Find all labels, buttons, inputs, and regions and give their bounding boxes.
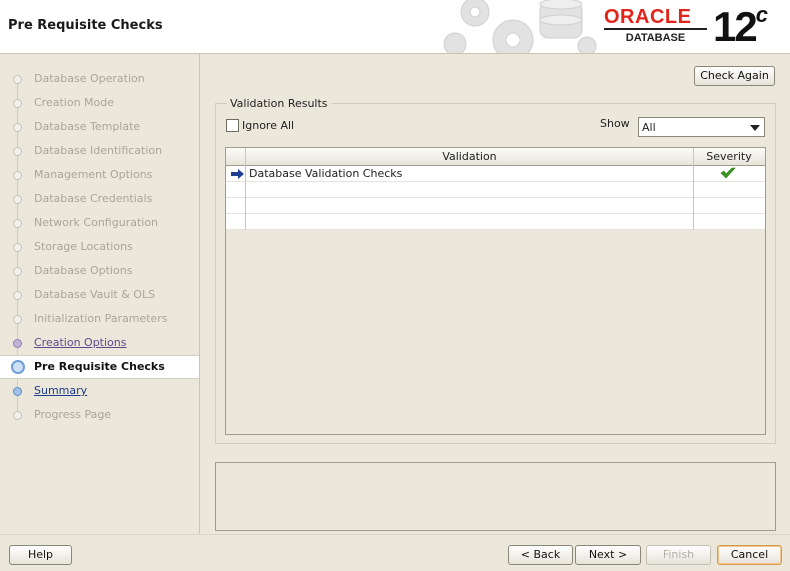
chevron-down-icon xyxy=(750,125,760,131)
show-select-value: All xyxy=(642,121,656,134)
version-logo: 12c xyxy=(713,2,768,50)
step-dot-icon xyxy=(13,267,22,276)
arrow-right-icon xyxy=(231,169,244,179)
step-database-credentials: Database Credentials xyxy=(0,188,199,210)
step-dot-icon xyxy=(13,123,22,132)
step-dot-icon xyxy=(13,291,22,300)
step-initialization-parameters: Initialization Parameters xyxy=(0,308,199,330)
header-banner: Pre Requisite Checks ORACLE DATABASE 12c xyxy=(0,0,790,54)
step-database-template: Database Template xyxy=(0,116,199,138)
table-row xyxy=(226,214,765,230)
step-dot-icon xyxy=(13,315,22,324)
column-separator xyxy=(245,148,246,230)
column-header-severity[interactable]: Severity xyxy=(694,150,764,163)
column-separator xyxy=(693,148,694,230)
step-current-icon xyxy=(11,360,25,374)
finish-button: Finish xyxy=(646,545,711,565)
ignore-all-checkbox[interactable] xyxy=(226,119,239,132)
table-row[interactable]: Database Validation Checks xyxy=(226,166,765,182)
step-dot-icon xyxy=(13,243,22,252)
step-summary[interactable]: Summary xyxy=(0,380,199,402)
check-again-button[interactable]: Check Again xyxy=(694,66,775,86)
step-database-options: Database Options xyxy=(0,260,199,282)
validation-table: Validation Severity Database Validation … xyxy=(225,147,766,435)
ignore-all-label[interactable]: Ignore All xyxy=(242,119,294,132)
step-storage-locations: Storage Locations xyxy=(0,236,199,258)
step-database-identification: Database Identification xyxy=(0,140,199,162)
step-dot-icon xyxy=(13,171,22,180)
step-dot-icon xyxy=(13,99,22,108)
step-dot-icon xyxy=(13,411,22,420)
details-panel xyxy=(215,462,776,531)
validation-results-title: Validation Results xyxy=(227,97,331,110)
cancel-button[interactable]: Cancel xyxy=(717,545,782,565)
step-dot-icon xyxy=(13,147,22,156)
step-pre-requisite-checks[interactable]: Pre Requisite Checks xyxy=(0,355,199,379)
step-creation-options[interactable]: Creation Options xyxy=(0,332,199,354)
back-button[interactable]: < Back xyxy=(508,545,573,565)
help-button[interactable]: Help xyxy=(9,545,72,565)
column-header-validation[interactable]: Validation xyxy=(246,150,693,163)
step-database-vault-ols: Database Vault & OLS xyxy=(0,284,199,306)
step-progress-page: Progress Page xyxy=(0,404,199,426)
step-dot-icon xyxy=(13,387,22,396)
check-icon xyxy=(720,167,736,179)
validation-cell: Database Validation Checks xyxy=(249,167,403,180)
show-select[interactable]: All xyxy=(638,117,765,137)
oracle-logo: ORACLE DATABASE xyxy=(604,7,707,45)
step-dot-icon xyxy=(13,219,22,228)
step-dot-icon xyxy=(13,195,22,204)
table-row xyxy=(226,182,765,198)
step-dot-icon xyxy=(13,75,22,84)
page-title: Pre Requisite Checks xyxy=(8,18,163,33)
step-creation-mode: Creation Mode xyxy=(0,92,199,114)
step-database-operation: Database Operation xyxy=(0,68,199,90)
next-button[interactable]: Next > xyxy=(575,545,641,565)
step-network-configuration: Network Configuration xyxy=(0,212,199,234)
steps-sidebar: Database Operation Creation Mode Databas… xyxy=(0,54,200,534)
table-header: Validation Severity xyxy=(226,148,765,166)
show-label: Show xyxy=(600,117,630,130)
step-dot-icon xyxy=(13,339,22,348)
gears-graphic-icon xyxy=(443,0,597,53)
step-management-options: Management Options xyxy=(0,164,199,186)
table-row xyxy=(226,198,765,214)
